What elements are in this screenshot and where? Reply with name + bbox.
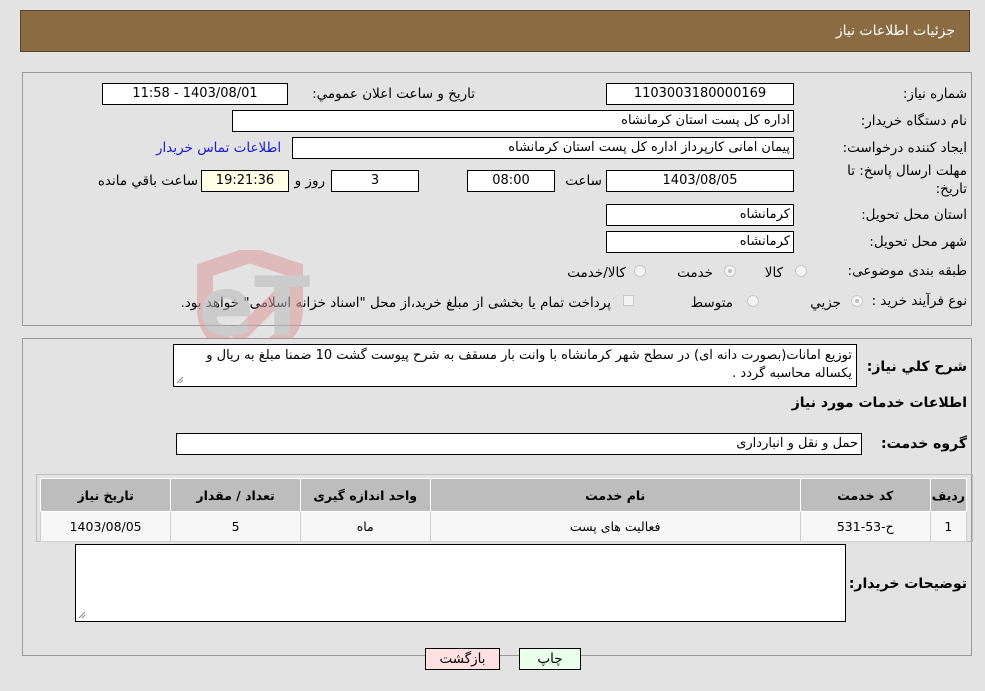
deadline-label-line1: مهلت ارسال پاسخ: تا (847, 163, 967, 179)
col-header-index: ردیف (929, 478, 968, 512)
buyer-org-label: نام دستگاه خریدار: (860, 113, 967, 129)
deadline-time-field: 08:00 (467, 170, 555, 192)
category-radio-goods[interactable] (795, 265, 807, 277)
announce-date-label: تاریخ و ساعت اعلان عمومي: (312, 86, 475, 102)
resize-handle-icon[interactable] (78, 611, 86, 619)
treasury-checkbox[interactable] (623, 295, 634, 306)
print-button[interactable]: چاپ (519, 648, 581, 670)
cell-unit: ماه (299, 511, 431, 542)
need-number-label: شماره نیاز: (902, 86, 967, 102)
cell-name: فعالیت های پست (429, 511, 801, 542)
col-header-name: نام خدمت (429, 478, 801, 512)
creator-label: ایجاد کننده درخواست: (842, 140, 967, 156)
process-radio-medium[interactable] (747, 295, 759, 307)
description-label: شرح کلي نیاز: (866, 359, 967, 375)
creator-field: پیمان امانی کارپرداز اداره کل پست استان … (292, 137, 794, 159)
days-label: روز و (294, 173, 325, 189)
process-radio-minor[interactable] (851, 295, 863, 307)
treasury-note: پرداخت تمام یا بخشی از مبلغ خرید،از محل … (180, 295, 611, 311)
resize-handle-icon[interactable] (176, 376, 184, 384)
remaining-time-field: 19:21:36 (201, 170, 289, 192)
services-table: ردیف کد خدمت نام خدمت واحد اندازه گیری ت… (39, 478, 968, 542)
deadline-time-label: ساعت (565, 173, 602, 189)
category-label: طبقه بندی موضوعی: (847, 263, 967, 279)
deadline-date-field: 1403/08/05 (606, 170, 794, 192)
description-textarea[interactable]: توزیع امانات(بصورت دانه ای) در سطح شهر ک… (173, 344, 857, 387)
category-radio-goods-service[interactable] (634, 265, 646, 277)
deadline-label-line2: تاریخ: (935, 181, 967, 197)
category-option-service: خدمت (677, 265, 713, 281)
service-group-label: گروه خدمت: (881, 436, 967, 452)
city-label: شهر محل تحویل: (869, 234, 967, 250)
cell-qty: 5 (170, 511, 301, 542)
buyer-notes-label: توضیحات خریدار: (848, 576, 967, 592)
province-field: کرمانشاه (606, 204, 794, 226)
col-header-date: تاریخ نیاز (39, 478, 172, 512)
table-row: 1 ح-53-531 فعالیت های پست ماه 5 1403/08/… (39, 511, 968, 542)
category-option-goods-service: کالا/خدمت (567, 265, 626, 281)
category-radio-service[interactable] (724, 265, 736, 277)
back-button[interactable]: بازگشت (425, 648, 500, 670)
buyer-org-field: اداره کل پست استان کرمانشاه (232, 110, 794, 132)
col-header-qty: تعداد / مقدار (170, 478, 301, 512)
need-number-field: 1103003180000169 (606, 83, 794, 105)
cell-code: ح-53-531 (799, 511, 931, 542)
category-option-goods: کالا (764, 265, 783, 281)
process-option-medium: متوسط (690, 295, 733, 311)
process-option-minor: جزيي (810, 295, 841, 311)
col-header-unit: واحد اندازه گیری (299, 478, 431, 512)
table-header-row: ردیف کد خدمت نام خدمت واحد اندازه گیری ت… (39, 478, 968, 512)
city-field: کرمانشاه (606, 231, 794, 253)
col-header-code: کد خدمت (799, 478, 931, 512)
buyer-contact-link[interactable]: اطلاعات تماس خریدار (156, 140, 281, 156)
service-group-field: حمل و نقل و انبارداری (176, 433, 862, 455)
page-title: جزئیات اطلاعات نیاز (835, 23, 955, 39)
cell-index: 1 (929, 511, 968, 542)
cell-date: 1403/08/05 (39, 511, 172, 542)
remaining-time-label: ساعت باقي مانده (97, 173, 198, 189)
buyer-notes-textarea[interactable] (75, 544, 846, 622)
process-type-label: نوع فرآیند خرید : (871, 293, 967, 309)
page-header: جزئیات اطلاعات نیاز (20, 10, 970, 52)
announce-date-field: 1403/08/01 - 11:58 (102, 83, 288, 105)
services-section-title: اطلاعات خدمات مورد نیاز (791, 395, 967, 411)
days-remaining-field: 3 (331, 170, 419, 192)
description-text: توزیع امانات(بصورت دانه ای) در سطح شهر ک… (206, 348, 852, 381)
province-label: استان محل تحویل: (861, 207, 967, 223)
